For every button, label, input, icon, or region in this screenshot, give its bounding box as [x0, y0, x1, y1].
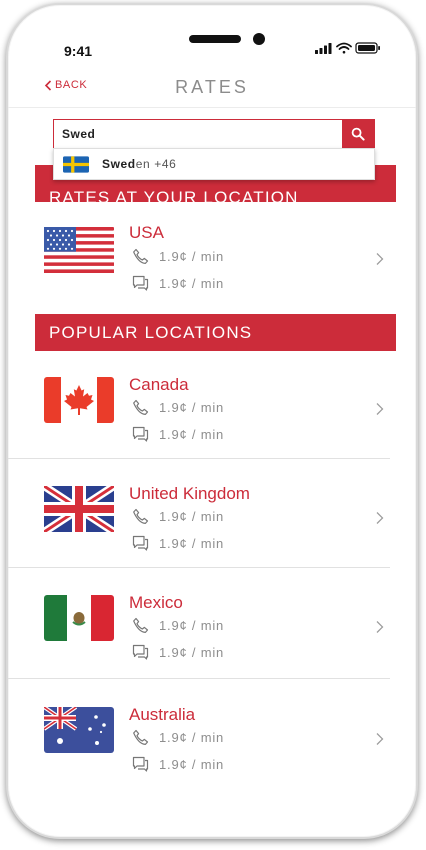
row-divider [8, 458, 390, 459]
chat-icon [132, 426, 149, 442]
status-bar: 9:41 [8, 5, 416, 63]
signal-icon [315, 43, 332, 54]
phone-frame: 9:41 BACK RATES Swed Sweden +46 RATES AT… [6, 3, 418, 839]
phone-icon [133, 729, 149, 745]
sms-rate: 1.9¢ / min [132, 756, 224, 772]
phone-icon [133, 508, 149, 524]
navigation-bar: BACK RATES [8, 69, 416, 108]
phone-icon [133, 248, 149, 264]
sms-rate: 1.9¢ / min [132, 535, 224, 551]
chat-icon [132, 275, 149, 291]
sms-rate: 1.9¢ / min [132, 426, 224, 442]
phone-icon [133, 399, 149, 415]
search-suggestion[interactable]: Sweden +46 [53, 148, 375, 180]
suggestion-rest: en [135, 157, 151, 171]
country-name: Canada [129, 375, 189, 394]
call-rate-text: 1.9¢ / min [159, 249, 225, 264]
call-rate: 1.9¢ / min [132, 617, 224, 634]
battery-icon [355, 42, 380, 54]
country-name: USA [129, 223, 164, 242]
call-rate-text: 1.9¢ / min [159, 618, 225, 633]
sms-rate-text: 1.9¢ / min [159, 756, 225, 772]
search-input[interactable] [54, 120, 348, 148]
search-box [53, 119, 375, 149]
section-title: RATES AT YOUR LOCATION [49, 188, 299, 202]
country-name: Australia [129, 705, 196, 724]
chevron-right-icon [376, 512, 384, 524]
status-icons [315, 42, 380, 54]
row-divider [8, 567, 390, 568]
country-name: Mexico [129, 593, 183, 612]
sweden-flag-icon [63, 155, 89, 173]
call-rate-text: 1.9¢ / min [159, 509, 225, 524]
list-item-australia[interactable]: Australia 1.9¢ / min 1.9¢ / min [8, 681, 416, 789]
list-item-mexico[interactable]: Mexico 1.9¢ / min 1.9¢ / min [8, 569, 416, 677]
chevron-right-icon [376, 621, 384, 633]
country-name: United Kingdom [129, 484, 250, 503]
chevron-right-icon [376, 733, 384, 745]
sms-rate-text: 1.9¢ / min [159, 275, 225, 291]
chevron-right-icon [376, 253, 384, 265]
section-title: POPULAR LOCATIONS [49, 322, 253, 342]
chevron-right-icon [376, 403, 384, 415]
sms-rate: 1.9¢ / min [132, 275, 224, 291]
chat-icon [132, 644, 149, 660]
section-header-popular: POPULAR LOCATIONS [35, 314, 396, 351]
suggestion-text: Sweden +46 [102, 157, 176, 171]
status-time: 9:41 [64, 43, 93, 59]
notch-camera [253, 33, 265, 45]
chat-icon [132, 756, 149, 772]
uk-flag-icon [44, 486, 114, 532]
call-rate: 1.9¢ / min [132, 399, 224, 416]
sms-rate-text: 1.9¢ / min [159, 644, 225, 660]
call-rate: 1.9¢ / min [132, 508, 224, 525]
row-divider [8, 678, 390, 679]
search-button[interactable] [342, 120, 374, 148]
sms-rate-text: 1.9¢ / min [159, 535, 225, 551]
sms-rate-text: 1.9¢ / min [159, 426, 225, 442]
list-item-canada[interactable]: Canada 1.9¢ / min 1.9¢ / min [8, 351, 416, 459]
sms-rate: 1.9¢ / min [132, 644, 224, 660]
suggestion-code: +46 [154, 157, 177, 171]
list-item-united-kingdom[interactable]: United Kingdom 1.9¢ / min 1.9¢ / min [8, 460, 416, 568]
call-rate-text: 1.9¢ / min [159, 400, 225, 415]
call-rate-text: 1.9¢ / min [159, 730, 225, 745]
phone-icon [133, 617, 149, 633]
call-rate: 1.9¢ / min [132, 729, 224, 746]
canada-flag-icon [44, 377, 114, 423]
search-icon [351, 127, 365, 141]
call-rate: 1.9¢ / min [132, 248, 224, 265]
mexico-flag-icon [44, 595, 114, 641]
wifi-icon [336, 42, 352, 54]
australia-flag-icon [44, 707, 114, 753]
list-item-usa[interactable]: USA 1.9¢ / min 1.9¢ / min [8, 203, 416, 311]
page-title: RATES [175, 77, 249, 97]
usa-flag-icon [44, 227, 114, 273]
notch-speaker [189, 35, 241, 43]
chat-icon [132, 535, 149, 551]
suggestion-match: Swed [102, 157, 136, 171]
